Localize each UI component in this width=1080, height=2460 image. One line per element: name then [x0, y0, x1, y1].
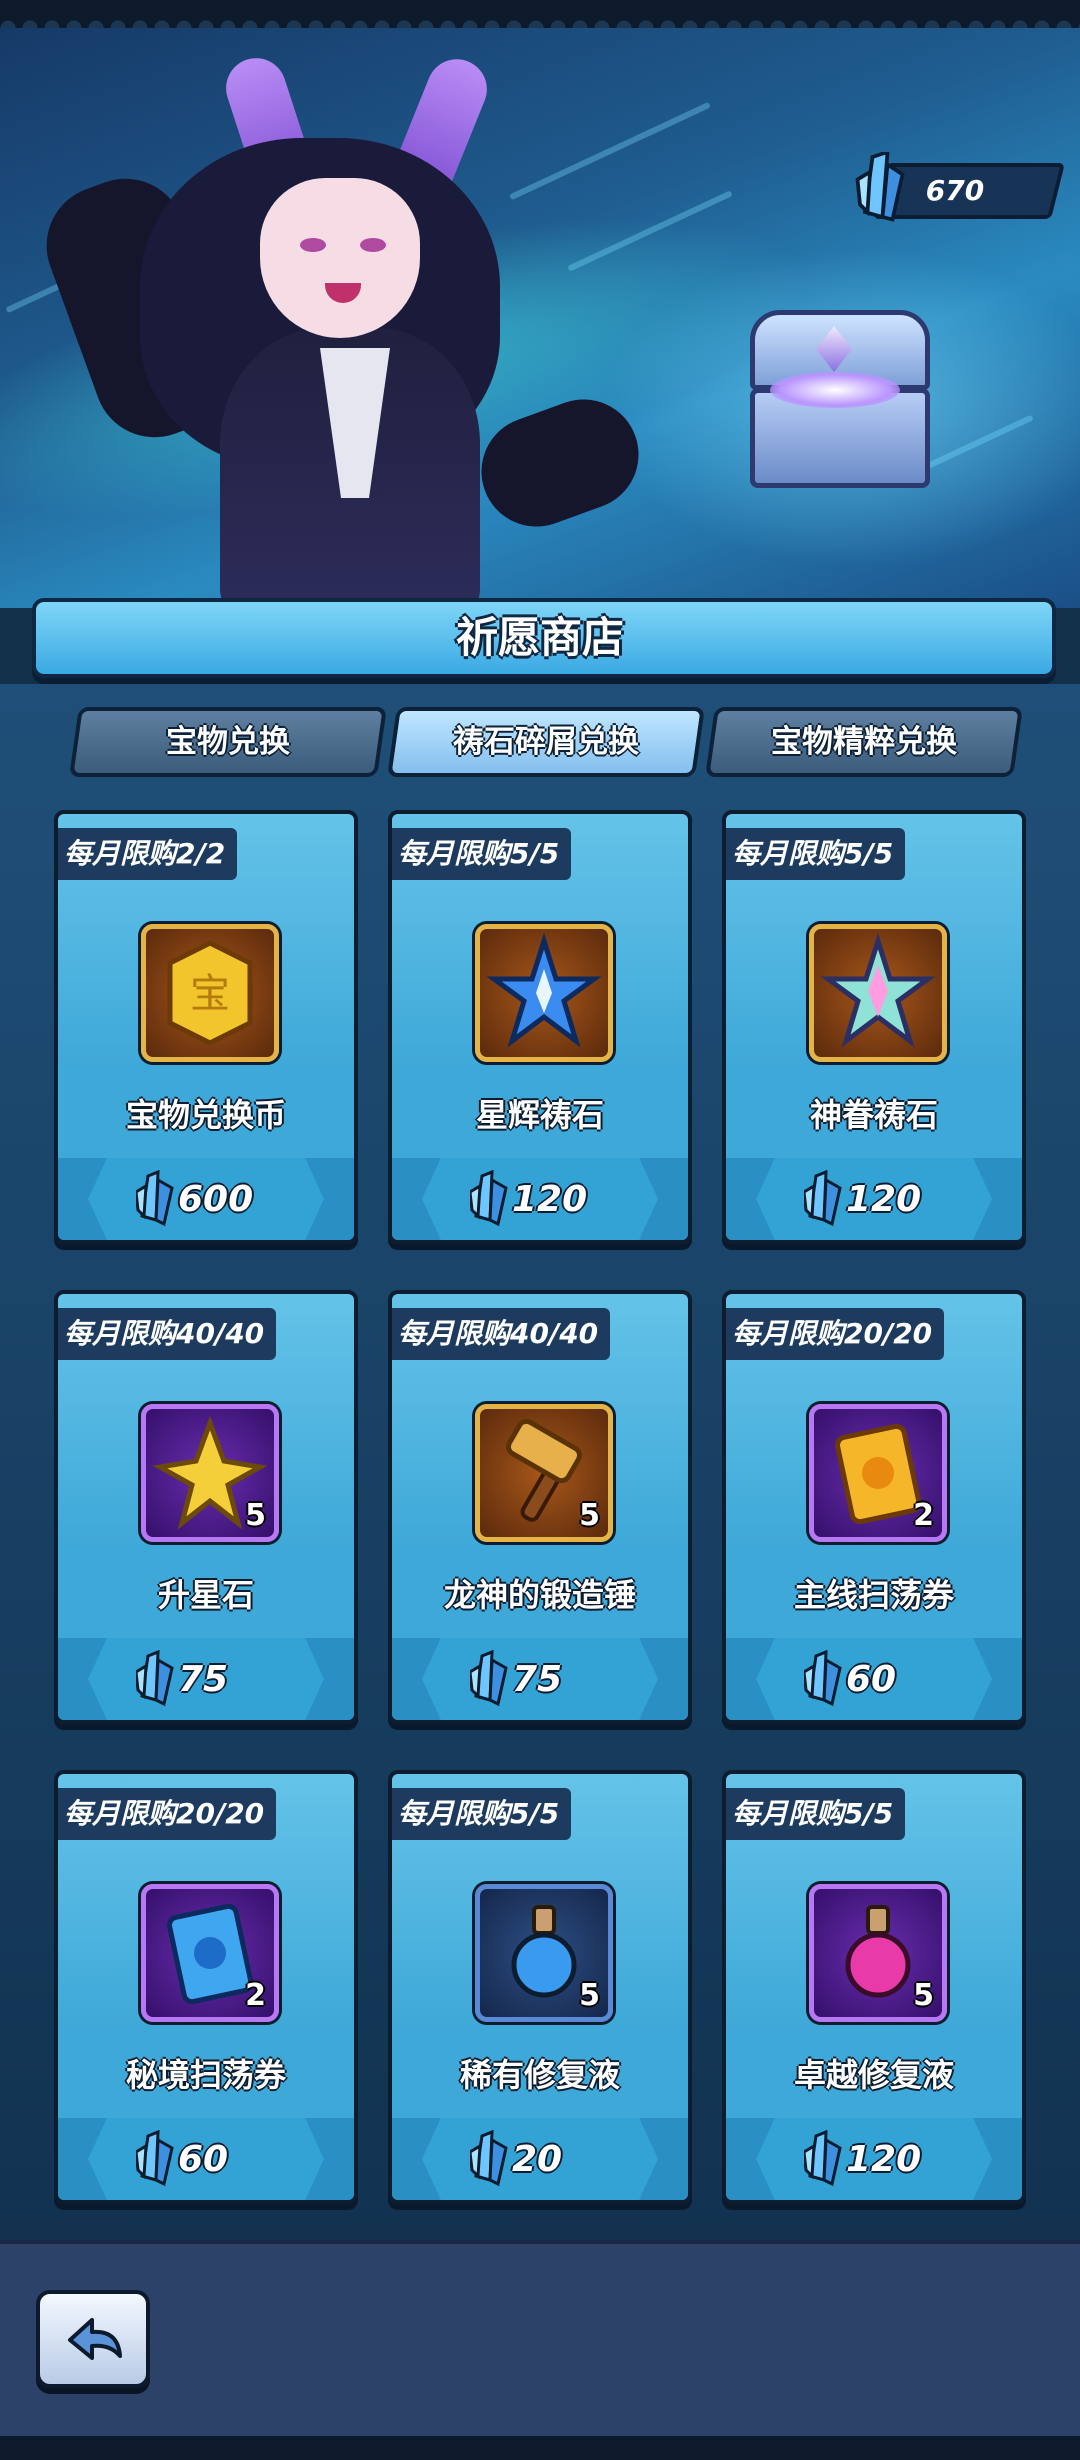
item-name: 升星石: [157, 1576, 254, 1614]
price-button[interactable]: 75: [392, 1638, 688, 1720]
svg-text:宝: 宝: [190, 971, 230, 1017]
item-price: 120: [846, 2139, 922, 2180]
item-quantity: 2: [913, 1498, 934, 1533]
price-button[interactable]: 120: [726, 1158, 1022, 1240]
divine-stone-icon: [820, 932, 936, 1048]
item-name: 卓越修复液: [793, 2056, 954, 2094]
item-price: 20: [512, 2139, 563, 2180]
blue-crystal-icon: [470, 1170, 508, 1226]
top-edge: [0, 0, 1080, 28]
item-price: 75: [512, 1659, 563, 1700]
item-icon-frame[interactable]: 5: [475, 1404, 613, 1542]
shop-item-card[interactable]: 每月限购20/20 2 主线扫荡券 60: [722, 1290, 1026, 1724]
item-name: 宝物兑换币: [125, 1096, 286, 1134]
item-name: 龙神的锻造锤: [443, 1576, 636, 1614]
character-face: [260, 178, 420, 338]
tab-label[interactable]: 宝物兑换: [74, 707, 382, 777]
price-button[interactable]: 120: [726, 2118, 1022, 2200]
price-button[interactable]: 20: [392, 2118, 688, 2200]
item-price: 60: [178, 2139, 229, 2180]
character-eye: [360, 238, 386, 252]
item-quantity: 5: [579, 1498, 600, 1533]
item-quantity: 2: [245, 1978, 266, 2013]
item-name: 秘境扫荡券: [125, 2056, 286, 2094]
purchase-limit-label: 每月限购20/20: [58, 1788, 277, 1840]
purchase-limit-label: 每月限购40/40: [58, 1308, 277, 1360]
hero-banner: [0, 28, 1080, 608]
item-name: 稀有修复液: [459, 2056, 620, 2094]
blue-crystal-icon: [470, 1650, 508, 1706]
item-price: 120: [512, 1179, 588, 1220]
item-quantity: 5: [579, 1978, 600, 2013]
price-button[interactable]: 60: [58, 2118, 354, 2200]
item-icon-frame[interactable]: 2: [141, 1884, 279, 2022]
item-icon-frame[interactable]: 5: [141, 1404, 279, 1542]
treasure-coin-icon: 宝: [167, 940, 253, 1046]
starlight-stone-icon: [486, 932, 602, 1048]
purchase-limit-label: 每月限购5/5: [726, 828, 906, 880]
character-eye: [300, 238, 326, 252]
price-button[interactable]: 120: [392, 1158, 688, 1240]
shop-item-card[interactable]: 每月限购40/40 5 升星石 75: [54, 1290, 358, 1724]
shop-item-card[interactable]: 每月限购5/5 5 稀有修复液 20: [388, 1770, 692, 2204]
item-icon-frame[interactable]: 5: [809, 1884, 947, 2022]
purchase-limit-label: 每月限购2/2: [58, 828, 238, 880]
tab-label[interactable]: 宝物精粹兑换: [710, 707, 1018, 777]
item-name: 神眷祷石: [809, 1096, 938, 1134]
item-icon-frame[interactable]: 5: [475, 1884, 613, 2022]
shop-item-card[interactable]: 每月限购5/5 5 卓越修复液 120: [722, 1770, 1026, 2204]
shop-item-card[interactable]: 每月限购5/5 神眷祷石 120: [722, 810, 1026, 1244]
blue-crystal-icon: [136, 2130, 174, 2186]
purchase-limit-label: 每月限购5/5: [392, 1788, 572, 1840]
blue-crystal-icon: [804, 2130, 842, 2186]
price-button[interactable]: 75: [58, 1638, 354, 1720]
shop-item-card[interactable]: 每月限购2/2 宝宝物兑换币 600: [54, 810, 358, 1244]
shop-item-card[interactable]: 每月限购5/5 星辉祷石 120: [388, 810, 692, 1244]
item-name: 星辉祷石: [475, 1096, 604, 1134]
tab-label[interactable]: 祷石碎屑兑换: [392, 707, 700, 777]
item-icon-frame[interactable]: [809, 924, 947, 1062]
back-button[interactable]: [36, 2290, 150, 2388]
purchase-limit-label: 每月限购5/5: [392, 828, 572, 880]
blue-crystal-icon: [136, 1650, 174, 1706]
currency-amount: 670: [925, 174, 985, 207]
blue-crystal-icon: [470, 2130, 508, 2186]
item-quantity: 5: [913, 1978, 934, 2013]
item-quantity: 5: [245, 1498, 266, 1533]
item-price: 600: [178, 1179, 254, 1220]
item-price: 60: [846, 1659, 897, 1700]
item-price: 120: [846, 1179, 922, 1220]
speed-line: [509, 101, 711, 201]
shop-item-card[interactable]: 每月限购20/20 2 秘境扫荡券 60: [54, 1770, 358, 2204]
blue-crystal-icon: [804, 1650, 842, 1706]
item-price: 75: [178, 1659, 229, 1700]
treasure-chest-icon: [740, 310, 930, 488]
purchase-limit-label: 每月限购40/40: [392, 1308, 611, 1360]
shop-item-card[interactable]: 每月限购40/40 5 龙神的锻造锤 75: [388, 1290, 692, 1724]
blue-crystal-icon: [136, 1170, 174, 1226]
item-icon-frame[interactable]: 2: [809, 1404, 947, 1542]
back-arrow-icon: [68, 2318, 122, 2360]
item-name: 主线扫荡券: [793, 1576, 954, 1614]
price-button[interactable]: 600: [58, 1158, 354, 1240]
shop-title: 祈愿商店: [455, 613, 624, 662]
bottom-edge: [0, 2436, 1080, 2460]
purchase-limit-label: 每月限购5/5: [726, 1788, 906, 1840]
item-icon-frame[interactable]: [475, 924, 613, 1062]
bottom-bar: [0, 2240, 1080, 2440]
purchase-limit-label: 每月限购20/20: [726, 1308, 945, 1360]
item-icon-frame[interactable]: 宝: [141, 924, 279, 1062]
price-button[interactable]: 60: [726, 1638, 1022, 1720]
blue-crystal-icon: [804, 1170, 842, 1226]
